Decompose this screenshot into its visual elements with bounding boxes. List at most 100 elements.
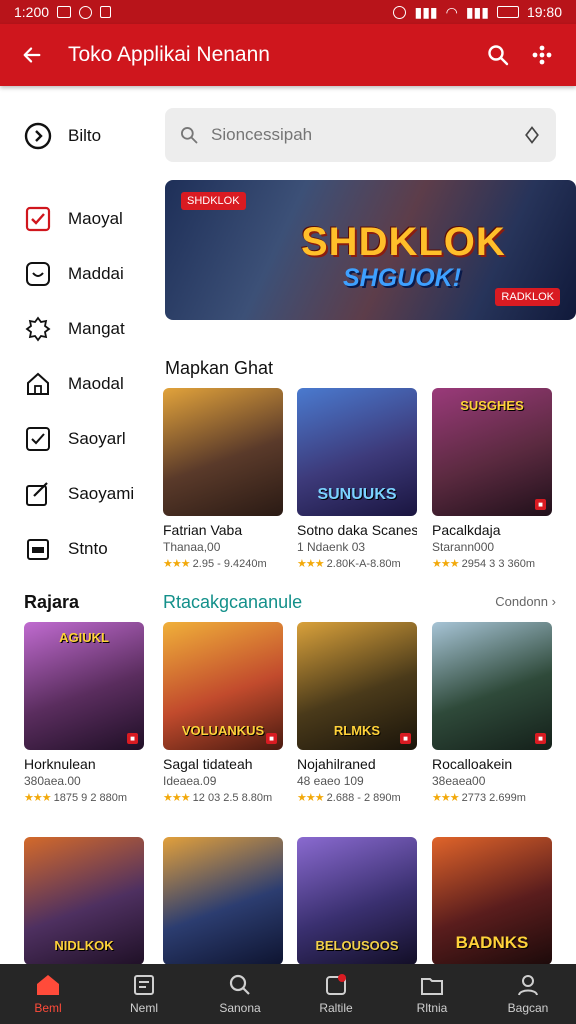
app-card[interactable]: VOLUANKUS ■ Sagal tidateah Ideaea.09 ★★★ …: [163, 622, 283, 804]
thumb-text: RLMKS: [333, 723, 381, 738]
home-icon: [35, 973, 61, 997]
sidebar-item-label: Maodal: [68, 373, 124, 393]
sidebar-item-maddai[interactable]: Maddai: [0, 246, 152, 301]
banner-subtitle: SHGUOK!: [343, 264, 462, 292]
nav-item-home[interactable]: Beml: [0, 964, 96, 1024]
house-icon: [24, 370, 52, 398]
featured-banner[interactable]: SHDKLOK SHDKLOK SHGUOK! RADKLOK: [165, 180, 576, 320]
thumb-badge: ■: [535, 733, 546, 744]
nav-label: Neml: [129, 1001, 158, 1015]
sidebar-item-mangat[interactable]: Mangat: [0, 301, 152, 356]
thumb-badge: ■: [535, 499, 546, 510]
app-card[interactable]: Fatrian Vaba Thanaa,00 ★★★ 2.95 - 9.4240…: [163, 388, 283, 570]
sidebar-item-saoyami[interactable]: Saoyami: [0, 466, 152, 521]
signal-icon-2: ▮▮▮: [465, 3, 489, 20]
thumb-badge: ■: [400, 733, 411, 744]
app-thumbnail: RLMKS ■: [297, 622, 417, 750]
app-card[interactable]: ■ Rocalloakein 38eaea00 ★★★ 2773 2.699m: [432, 622, 552, 804]
app-card[interactable]: BELOUSOOS: [297, 837, 417, 965]
signal-icon: ▮▮▮: [414, 3, 438, 20]
sidebar-item-maoyal[interactable]: Maoyal: [0, 191, 152, 246]
search-input[interactable]: [211, 125, 510, 145]
nav-label: Sanona: [219, 1001, 261, 1015]
sidebar-item-stnto[interactable]: Stnto: [0, 521, 152, 576]
star-icon: ★★★: [432, 558, 460, 570]
rating-text: 2773 2.699m: [461, 792, 526, 804]
banner-tag: SHDKLOK: [181, 192, 246, 210]
nav-item-profile[interactable]: Bagcan: [480, 964, 576, 1024]
app-thumbnail: BADNKS: [432, 837, 552, 965]
thumb-text: NIDLKOK: [54, 938, 114, 953]
sidebar-item-saoyarl[interactable]: Saoyarl: [0, 411, 152, 466]
nav-label: Beml: [34, 1001, 62, 1015]
app-sub: 1 Ndaenk 03: [297, 540, 366, 554]
checkbox-icon: [24, 205, 52, 233]
rating-text: 12 03 2.5 8.80m: [192, 792, 273, 804]
rating-text: 2.688 - 2 890m: [326, 792, 401, 804]
search-button[interactable]: [480, 37, 516, 73]
menu-button[interactable]: [524, 37, 560, 73]
rating-text: 2.95 - 9.4240m: [192, 558, 267, 570]
sort-icon[interactable]: [522, 125, 542, 145]
back-button[interactable]: [16, 39, 48, 71]
app-card[interactable]: BADNKS: [432, 837, 552, 965]
thumb-text: BELOUSOOS: [315, 938, 399, 953]
app-name: Sagal tidateah: [163, 756, 253, 772]
app-rating: ★★★ 2954 3 3 360m: [432, 557, 552, 570]
nav-item-search[interactable]: Sanona: [192, 964, 288, 1024]
banner-badge: RADKLOK: [495, 288, 560, 306]
profile-icon: [515, 973, 541, 997]
app-card[interactable]: [163, 837, 283, 965]
app-thumbnail: BELOUSOOS: [297, 837, 417, 965]
see-all-label: Condonn: [495, 594, 549, 609]
sidebar-item-label: Saoyarl: [68, 428, 126, 448]
app-name: Horknulean: [24, 756, 96, 772]
app-thumbnail: AGIUKL ■: [24, 622, 144, 750]
rating-text: 2954 3 3 360m: [461, 558, 536, 570]
section-title-rtacak: Rtacakgcananule: [163, 592, 303, 612]
search-icon: [181, 127, 198, 144]
star-icon: ★★★: [297, 558, 325, 570]
nav-label: Rltnia: [416, 1001, 448, 1015]
sidebar-item-label: Mangat: [68, 318, 125, 338]
see-all-link[interactable]: Condonn ›: [495, 594, 556, 609]
app-rating: ★★★ 2.688 - 2 890m: [297, 791, 417, 804]
rating-text: 1875 9 2 880m: [53, 792, 128, 804]
app-title: Toko Applikai Nenann: [68, 43, 270, 66]
app-thumbnail: NIDLKOK: [24, 837, 144, 965]
thumb-text: BADNKS: [455, 933, 529, 952]
star-icon: ★★★: [297, 792, 325, 804]
thumb-text: SUSGHES: [460, 398, 524, 413]
app-card[interactable]: SUSGHES ■ Pacalkdaja Starann000 ★★★ 2954 …: [432, 388, 552, 570]
sidebar-item-label: Saoyami: [68, 483, 135, 503]
nav-item-list[interactable]: Neml: [96, 964, 192, 1024]
grid-dots-icon: [532, 45, 552, 65]
star-icon: ★★★: [163, 792, 191, 804]
app-thumbnail: [163, 837, 283, 965]
sidebar-item-bilto[interactable]: Bilto: [0, 108, 152, 163]
app-sub: 38eaea00: [432, 774, 486, 788]
nav-item-folder[interactable]: Rltnia: [384, 964, 480, 1024]
star-icon: ★★★: [163, 558, 191, 570]
search-icon: [227, 973, 253, 997]
nav-label: Raltile: [319, 1001, 353, 1015]
status-clock: 19:80: [526, 4, 562, 20]
nav-item-notifications[interactable]: Raltile: [288, 964, 384, 1024]
sidebar-item-label: Bilto: [68, 125, 102, 145]
app-card[interactable]: AGIUKL ■ Horknulean 380aea.00 ★★★ 1875 9 …: [24, 622, 144, 804]
sidebar-item-maodal[interactable]: Maodal: [0, 356, 152, 411]
app-card[interactable]: NIDLKOK: [24, 837, 144, 965]
notification-icon: [323, 973, 349, 997]
clock-icon: [24, 122, 52, 150]
sidebar-item-label: Maddai: [68, 263, 124, 283]
app-name: Sotno daka Scanes: [297, 522, 417, 538]
app-sub: Starann000: [432, 540, 495, 554]
app-rating: ★★★ 2.80K-A-8.80m: [297, 557, 417, 570]
app-card[interactable]: RLMKS ■ Nojahilraned 48 eaeo 109 ★★★ 2.68…: [297, 622, 417, 804]
thumb-text: AGIUKL: [59, 630, 109, 645]
thumb-badge: ■: [127, 733, 138, 744]
search-bar[interactable]: [165, 108, 556, 162]
app-sub: 48 eaeo 109: [297, 774, 364, 788]
app-card[interactable]: SUNUUKS Sotno daka Scanes 1 Ndaenk 03 ★★…: [297, 388, 417, 570]
app-name: Pacalkdaja: [432, 522, 501, 538]
